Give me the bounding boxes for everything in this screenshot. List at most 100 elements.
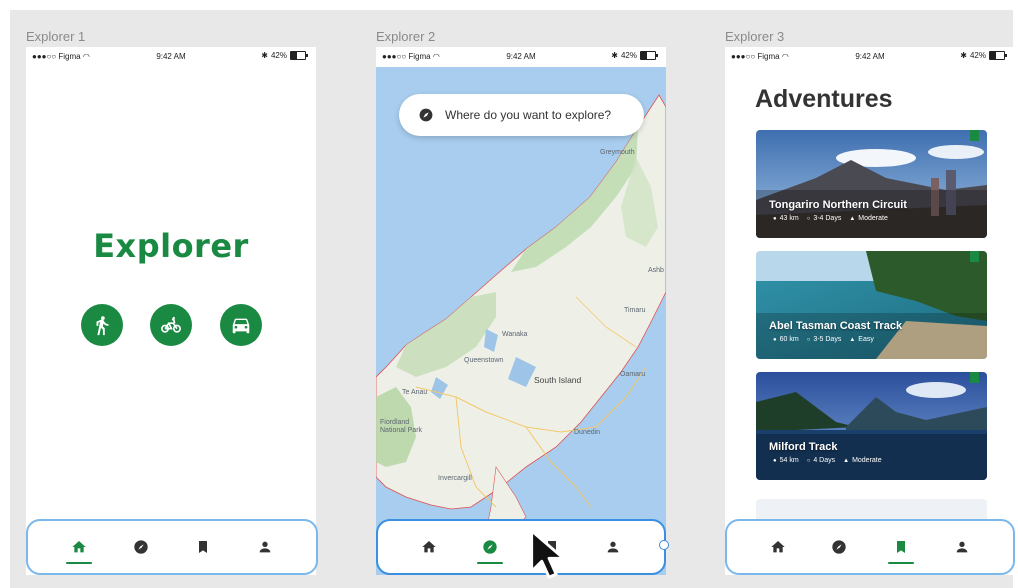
bluetooth-icon: ✱ (261, 51, 268, 60)
compass-icon (134, 540, 148, 554)
adventure-card[interactable]: Tongariro Northern Circuit ● 43 km ○ 3-4 D… (756, 130, 987, 238)
map-label-wanaka: Wanaka (502, 331, 528, 338)
map-label-south-island: South Island (534, 375, 582, 385)
frame-label-explorer-3[interactable]: Explorer 3 (725, 29, 784, 44)
bike-mode-button[interactable] (150, 304, 192, 346)
status-bar: ●●●○○ Figma ◠ 9:42 AM ✱ 42% (725, 47, 1015, 67)
tab-saved[interactable] (884, 530, 918, 564)
card-title: Milford Track (769, 441, 838, 453)
map-label-dunedin: Dunedin (574, 429, 601, 436)
tab-explore[interactable] (822, 530, 856, 564)
card-meta: ● 60 km ○ 3-5 Days ▲ Easy (773, 336, 874, 343)
bookmark-icon (199, 541, 207, 553)
distance: ● 54 km (773, 457, 799, 464)
card-bookmark-icon[interactable] (970, 251, 979, 262)
mountain-icon: ▲ (849, 215, 856, 222)
battery-icon (290, 51, 308, 60)
adventure-card[interactable]: Milford Track ● 54 km ○ 4 Days ▲ Moderate (756, 372, 987, 480)
walk-icon (96, 316, 109, 336)
tab-profile[interactable] (248, 530, 282, 564)
map-label-fiordland: Fiordland National Park (380, 419, 423, 434)
clock-icon: ○ (806, 336, 811, 343)
bluetooth-icon: ✱ (611, 51, 618, 60)
map-view[interactable]: Greymouth Ashb Timaru Wanaka Queenstown … (376, 67, 666, 575)
compass-icon (483, 540, 497, 554)
tab-bar-explorer-3 (725, 519, 1015, 575)
duration: ○ 4 Days (806, 457, 836, 464)
map-label-queenstown: Queenstown (464, 357, 504, 364)
mountain-icon: ▲ (843, 457, 850, 464)
search-placeholder: Where do you want to explore? (445, 108, 612, 122)
tab-home[interactable] (761, 530, 795, 564)
status-right: ✱ 42% (261, 51, 308, 60)
duration: ○ 3-4 Days (806, 215, 842, 222)
distance: ● 60 km (773, 336, 799, 343)
home-icon (422, 541, 436, 553)
home-icon (72, 541, 86, 553)
battery-icon (640, 51, 658, 60)
battery-percent: 42% (969, 51, 986, 60)
bike-icon (161, 316, 181, 333)
tab-home[interactable] (62, 530, 96, 564)
card-bookmark-icon[interactable] (970, 130, 979, 141)
map-label-invercargill: Invercargill (438, 475, 472, 482)
active-tab-indicator (477, 562, 504, 564)
frame-label-explorer-1[interactable]: Explorer 1 (26, 29, 85, 44)
home-icon (771, 541, 785, 553)
difficulty: ▲ Moderate (843, 457, 882, 464)
status-right: ✱ 42% (960, 51, 1007, 60)
status-right: ✱ 42% (611, 51, 658, 60)
distance: ● 43 km (773, 215, 799, 222)
profile-icon (259, 541, 271, 553)
tab-saved[interactable] (186, 530, 220, 564)
status-bar: ●●●○○ Figma ◠ 9:42 AM ✱ 42% (26, 47, 316, 67)
car-mode-button[interactable] (220, 304, 262, 346)
map-label-timaru: Timaru (624, 307, 646, 314)
card-meta: ● 54 km ○ 4 Days ▲ Moderate (773, 457, 882, 464)
map-label-te-anau: Te Anau (402, 389, 428, 396)
car-icon (232, 318, 250, 334)
card-meta: ● 43 km ○ 3-4 Days ▲ Moderate (773, 215, 888, 222)
status-bar: ●●●○○ Figma ◠ 9:42 AM ✱ 42% (376, 47, 666, 67)
adventure-card[interactable]: Abel Tasman Coast Track ● 60 km ○ 3-5 Days… (756, 251, 987, 359)
walk-mode-button[interactable] (81, 304, 123, 346)
search-bar[interactable]: Where do you want to explore? (399, 94, 644, 136)
explorer-1-frame: ●●●○○ Figma ◠ 9:42 AM ✱ 42% Explorer (26, 47, 316, 575)
compass-icon (419, 108, 433, 122)
card-bookmark-icon[interactable] (970, 372, 979, 383)
card-title: Abel Tasman Coast Track (769, 320, 903, 332)
clock-icon: ○ (806, 215, 811, 222)
map-label-ashburton: Ashb (648, 267, 664, 274)
compass-icon (832, 540, 846, 554)
pin-icon: ● (773, 457, 777, 464)
tab-profile[interactable] (596, 530, 630, 564)
south-island-landmass (376, 94, 666, 575)
page-title: Adventures (755, 85, 893, 113)
profile-icon (956, 541, 968, 553)
battery-percent: 42% (270, 51, 287, 60)
mountain-icon: ▲ (849, 336, 856, 343)
map-label-oamaru: Oamaru (620, 371, 646, 378)
clock-icon: ○ (806, 457, 811, 464)
battery-icon (989, 51, 1007, 60)
difficulty: ▲ Moderate (849, 215, 888, 222)
tab-bar-explorer-2[interactable] (376, 519, 666, 575)
explorer-3-frame: ●●●○○ Figma ◠ 9:42 AM ✱ 42% Adventures T… (725, 47, 1015, 575)
profile-icon (607, 541, 619, 553)
card-title: Tongariro Northern Circuit (769, 199, 907, 211)
map-label-greymouth: Greymouth (600, 149, 635, 156)
explorer-2-frame: ●●●○○ Figma ◠ 9:42 AM ✱ 42% Greymouth As… (376, 47, 666, 575)
active-tab-indicator (66, 562, 92, 564)
bluetooth-icon: ✱ (960, 51, 967, 60)
tab-home[interactable] (412, 530, 446, 564)
tab-explore[interactable] (473, 530, 507, 564)
tab-profile[interactable] (945, 530, 979, 564)
tab-explore[interactable] (124, 530, 158, 564)
difficulty: ▲ Easy (849, 336, 874, 343)
battery-percent: 42% (620, 51, 637, 60)
app-logo: Explorer (93, 227, 249, 265)
pin-icon: ● (773, 215, 777, 222)
selection-handle[interactable] (659, 540, 669, 550)
frame-label-explorer-2[interactable]: Explorer 2 (376, 29, 435, 44)
pin-icon: ● (773, 336, 777, 343)
